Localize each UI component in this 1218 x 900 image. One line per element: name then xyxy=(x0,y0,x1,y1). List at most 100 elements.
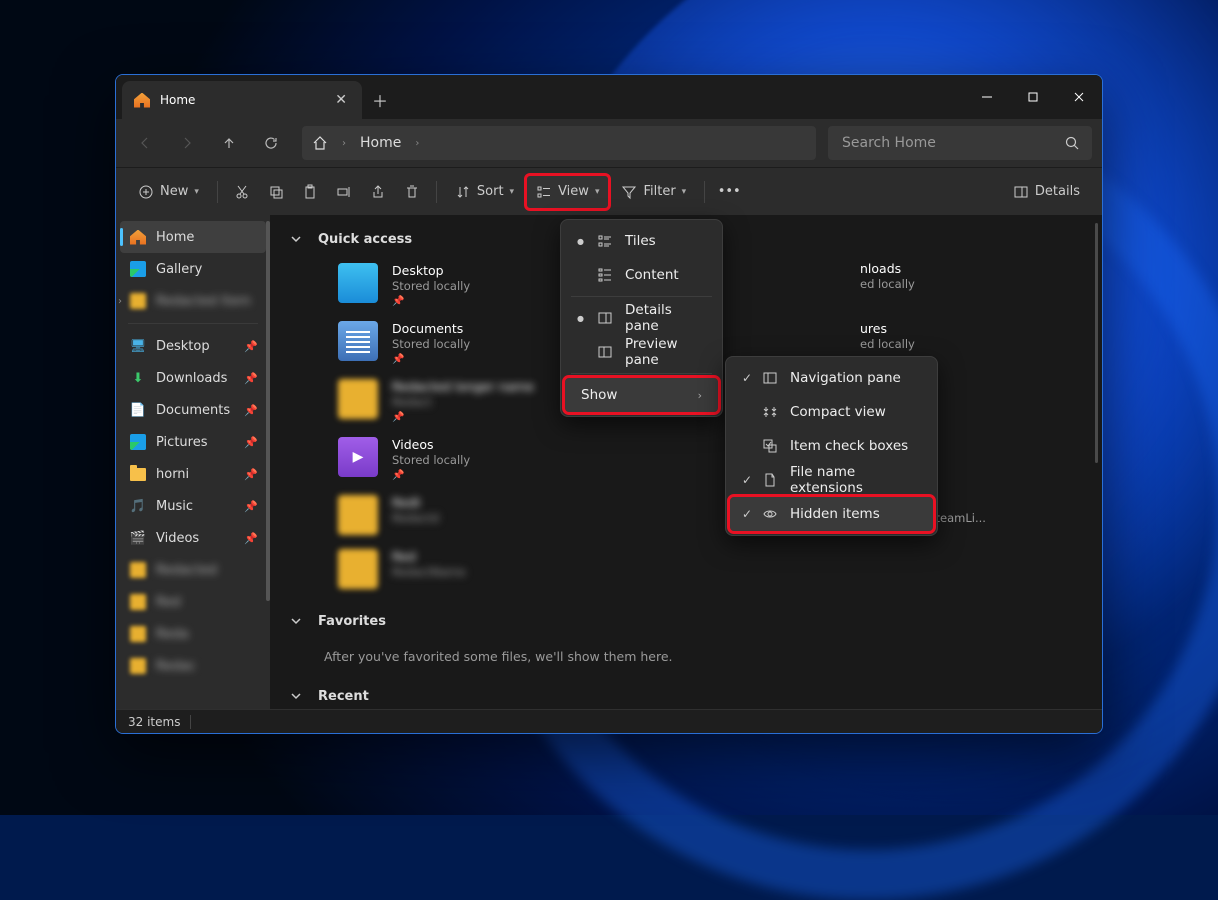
ellipsis-icon: ••• xyxy=(721,184,737,200)
new-button[interactable]: New ▾ xyxy=(128,175,209,209)
cut-icon xyxy=(234,184,250,200)
sidebar-label: Videos xyxy=(156,531,199,546)
sidebar-item-redacted[interactable]: Red xyxy=(120,586,266,618)
sidebar-item-redacted[interactable]: Redacted xyxy=(120,554,266,586)
separator xyxy=(128,323,258,324)
address-bar[interactable]: › Home › xyxy=(302,126,816,160)
menu-item-navigation-pane[interactable]: ✓Navigation pane xyxy=(730,361,933,395)
document-icon: 📄 xyxy=(130,402,146,418)
paste-button[interactable] xyxy=(294,175,326,209)
sort-button[interactable]: Sort ▾ xyxy=(445,175,524,209)
forward-button[interactable] xyxy=(168,125,206,161)
preview-pane-icon xyxy=(597,344,613,360)
file-icon xyxy=(762,472,778,488)
menu-item-check-boxes[interactable]: Item check boxes xyxy=(730,429,933,463)
pin-icon: 📌 xyxy=(392,296,470,307)
scrollbar[interactable] xyxy=(1095,223,1098,463)
item-desktop[interactable]: DesktopStored locally📌 xyxy=(338,259,578,311)
menu-item-tiles[interactable]: ●Tiles xyxy=(565,224,718,258)
chevron-down-icon xyxy=(288,688,304,704)
menu-item-details-pane[interactable]: ●Details pane xyxy=(565,301,718,335)
delete-button[interactable] xyxy=(396,175,428,209)
refresh-button[interactable] xyxy=(252,125,290,161)
home-icon xyxy=(312,135,328,151)
sidebar-item-videos[interactable]: 🎬Videos📌 xyxy=(120,522,266,554)
menu-label: File name extensions xyxy=(790,464,917,496)
details-button[interactable]: Details xyxy=(1003,175,1090,209)
section-title: Favorites xyxy=(318,614,386,629)
sidebar-label: Documents xyxy=(156,403,230,418)
tab-home[interactable]: Home ✕ xyxy=(122,81,362,119)
more-button[interactable]: ••• xyxy=(713,175,745,209)
sidebar-label: horni xyxy=(156,467,189,482)
breadcrumb-home[interactable]: Home xyxy=(360,135,401,151)
share-button[interactable] xyxy=(362,175,394,209)
sidebar-item-pictures[interactable]: Pictures📌 xyxy=(120,426,266,458)
maximize-button[interactable] xyxy=(1010,75,1056,119)
navigation-bar: › Home › Search Home xyxy=(116,119,1102,167)
folder-icon xyxy=(130,658,146,674)
back-button[interactable] xyxy=(126,125,164,161)
filter-button[interactable]: Filter ▾ xyxy=(611,175,696,209)
desktop-icon: 🖥 xyxy=(130,338,146,354)
folder-icon xyxy=(338,495,378,535)
pin-icon: 📌 xyxy=(392,412,534,423)
cut-button[interactable] xyxy=(226,175,258,209)
up-button[interactable] xyxy=(210,125,248,161)
item-videos[interactable]: VideosStored locally📌 xyxy=(338,433,578,485)
sidebar-item-redacted[interactable]: › Redacted Item xyxy=(120,285,266,317)
folder-icon xyxy=(130,626,146,642)
item-documents[interactable]: DocumentsStored locally📌 xyxy=(338,317,578,369)
trash-icon xyxy=(404,184,420,200)
download-icon: ⬇ xyxy=(130,370,146,386)
menu-item-compact-view[interactable]: Compact view xyxy=(730,395,933,429)
separator xyxy=(571,296,712,297)
sidebar-item-redacted[interactable]: Reda xyxy=(120,618,266,650)
sidebar-item-desktop[interactable]: 🖥Desktop📌 xyxy=(120,330,266,362)
section-title: Quick access xyxy=(318,232,412,247)
menu-item-hidden-items[interactable]: ✓Hidden items xyxy=(730,497,933,531)
minimize-button[interactable] xyxy=(964,75,1010,119)
navigation-sidebar: Home Gallery › Redacted Item 🖥Desktop📌 ⬇… xyxy=(116,215,270,709)
tab-close-button[interactable]: ✕ xyxy=(330,90,352,110)
favorites-header[interactable]: Favorites xyxy=(288,607,1084,641)
sidebar-item-horni[interactable]: horni📌 xyxy=(120,458,266,490)
rename-button[interactable] xyxy=(328,175,360,209)
item-redacted[interactable]: Redacted longer nameRedact📌 xyxy=(338,375,578,427)
chevron-right-icon[interactable]: › xyxy=(415,138,419,149)
sidebar-item-home[interactable]: Home xyxy=(120,221,266,253)
item-pictures-partial[interactable]: uresed locally xyxy=(860,321,915,351)
paste-icon xyxy=(302,184,318,200)
sidebar-label: Music xyxy=(156,499,193,514)
menu-item-file-extensions[interactable]: ✓ File name extensions xyxy=(730,463,933,497)
view-button[interactable]: View ▾ xyxy=(526,175,609,209)
item-redacted[interactable]: RedtRedactd xyxy=(338,491,578,539)
music-icon: 🎵 xyxy=(130,498,146,514)
favorites-empty-text: After you've favorited some files, we'll… xyxy=(288,641,1084,664)
item-downloads-partial[interactable]: nloadsed locally xyxy=(860,261,915,291)
show-submenu: ✓Navigation pane Compact view Item check… xyxy=(725,356,938,536)
copy-button[interactable] xyxy=(260,175,292,209)
radio-selected-icon: ● xyxy=(577,314,584,323)
sidebar-item-music[interactable]: 🎵Music📌 xyxy=(120,490,266,522)
sidebar-item-documents[interactable]: 📄Documents📌 xyxy=(120,394,266,426)
menu-item-preview-pane[interactable]: Preview pane xyxy=(565,335,718,369)
titlebar: Home ✕ ＋ xyxy=(116,75,1102,119)
menu-item-content[interactable]: Content xyxy=(565,258,718,292)
chevron-right-icon[interactable]: › xyxy=(118,296,130,307)
new-label: New xyxy=(160,184,188,199)
menu-label: Content xyxy=(625,267,679,283)
sidebar-item-downloads[interactable]: ⬇Downloads📌 xyxy=(120,362,266,394)
search-input[interactable]: Search Home xyxy=(828,126,1092,160)
sidebar-item-redacted[interactable]: Redac xyxy=(120,650,266,682)
new-tab-button[interactable]: ＋ xyxy=(362,81,398,119)
check-icon: ✓ xyxy=(742,473,752,487)
sidebar-item-gallery[interactable]: Gallery xyxy=(120,253,266,285)
item-redacted[interactable]: RedRedactName xyxy=(338,545,578,593)
recent-header[interactable]: Recent xyxy=(288,682,1084,709)
folder-icon xyxy=(338,379,378,419)
menu-item-show[interactable]: Show› xyxy=(565,378,718,412)
chevron-right-icon: › xyxy=(342,138,346,149)
menu-label: Navigation pane xyxy=(790,370,901,386)
close-button[interactable] xyxy=(1056,75,1102,119)
